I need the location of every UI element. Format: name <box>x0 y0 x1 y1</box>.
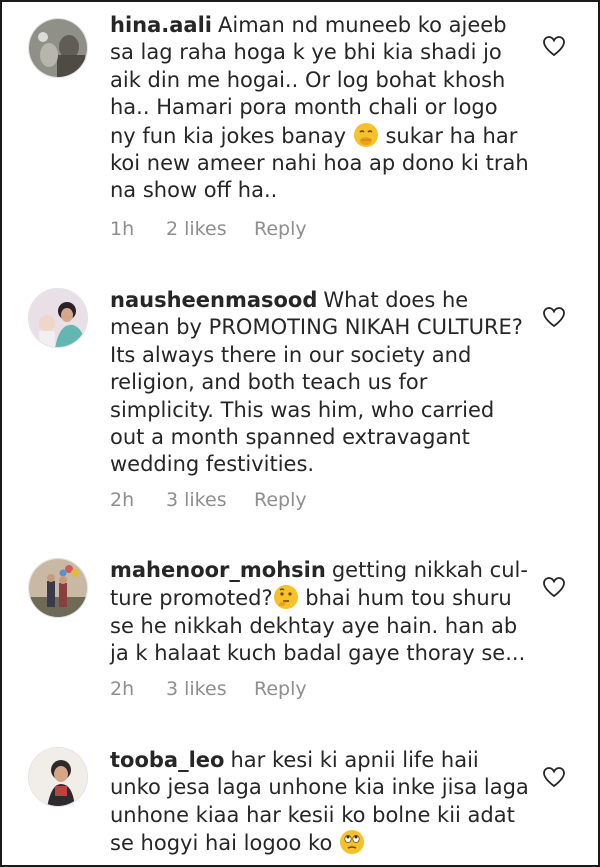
reply-button[interactable]: Reply <box>254 678 307 700</box>
comment-likes-count[interactable]: 3 likes <box>166 489 254 511</box>
comment-username[interactable]: mahenoor_mohsin <box>110 558 326 582</box>
comment-text: nausheenmasood What does he mean by PROMO… <box>110 287 530 479</box>
avatar[interactable] <box>28 18 88 78</box>
comment-meta: 2h 3 likes Reply <box>110 678 307 700</box>
comment-text: hina.aali Aiman nd muneeb ko ajeeb sa lag… <box>110 12 530 205</box>
reply-button[interactable]: Reply <box>254 218 307 240</box>
eye-roll-emoji <box>339 829 365 855</box>
comment-timestamp: 1h <box>110 218 135 240</box>
comment-meta: 1h 2 likes Reply <box>110 218 307 240</box>
comment-likes-count[interactable]: 3 likes <box>166 678 254 700</box>
avatar[interactable] <box>28 558 88 618</box>
comment-username[interactable]: nausheenmasood <box>110 288 317 312</box>
like-heart-icon[interactable] <box>542 766 566 788</box>
comment-username[interactable]: tooba_leo <box>110 748 224 772</box>
hand-over-mouth-emoji <box>353 122 379 148</box>
thinking-face-emoji <box>273 584 299 610</box>
avatar[interactable] <box>28 288 88 348</box>
comments-panel: hina.aali Aiman nd muneeb ko ajeeb sa lag… <box>0 0 600 867</box>
like-heart-icon[interactable] <box>542 576 566 598</box>
comment-text: tooba_leo har kesi ki apnii life haii unk… <box>110 747 530 858</box>
like-heart-icon[interactable] <box>542 306 566 328</box>
comment-likes-count[interactable]: 2 likes <box>166 218 254 240</box>
comment-body: What does he mean by PROMOTING NIKAH CUL… <box>110 288 523 477</box>
comment-timestamp: 2h <box>110 678 135 700</box>
comment-text: mahenoor_mohsin getting nikkah cul-ture p… <box>110 557 530 668</box>
comment-username[interactable]: hina.aali <box>110 13 212 37</box>
reply-button[interactable]: Reply <box>254 489 307 511</box>
comment-timestamp: 2h <box>110 489 135 511</box>
avatar[interactable] <box>28 747 88 807</box>
like-heart-icon[interactable] <box>542 35 566 57</box>
comment-meta: 2h 3 likes Reply <box>110 489 307 511</box>
